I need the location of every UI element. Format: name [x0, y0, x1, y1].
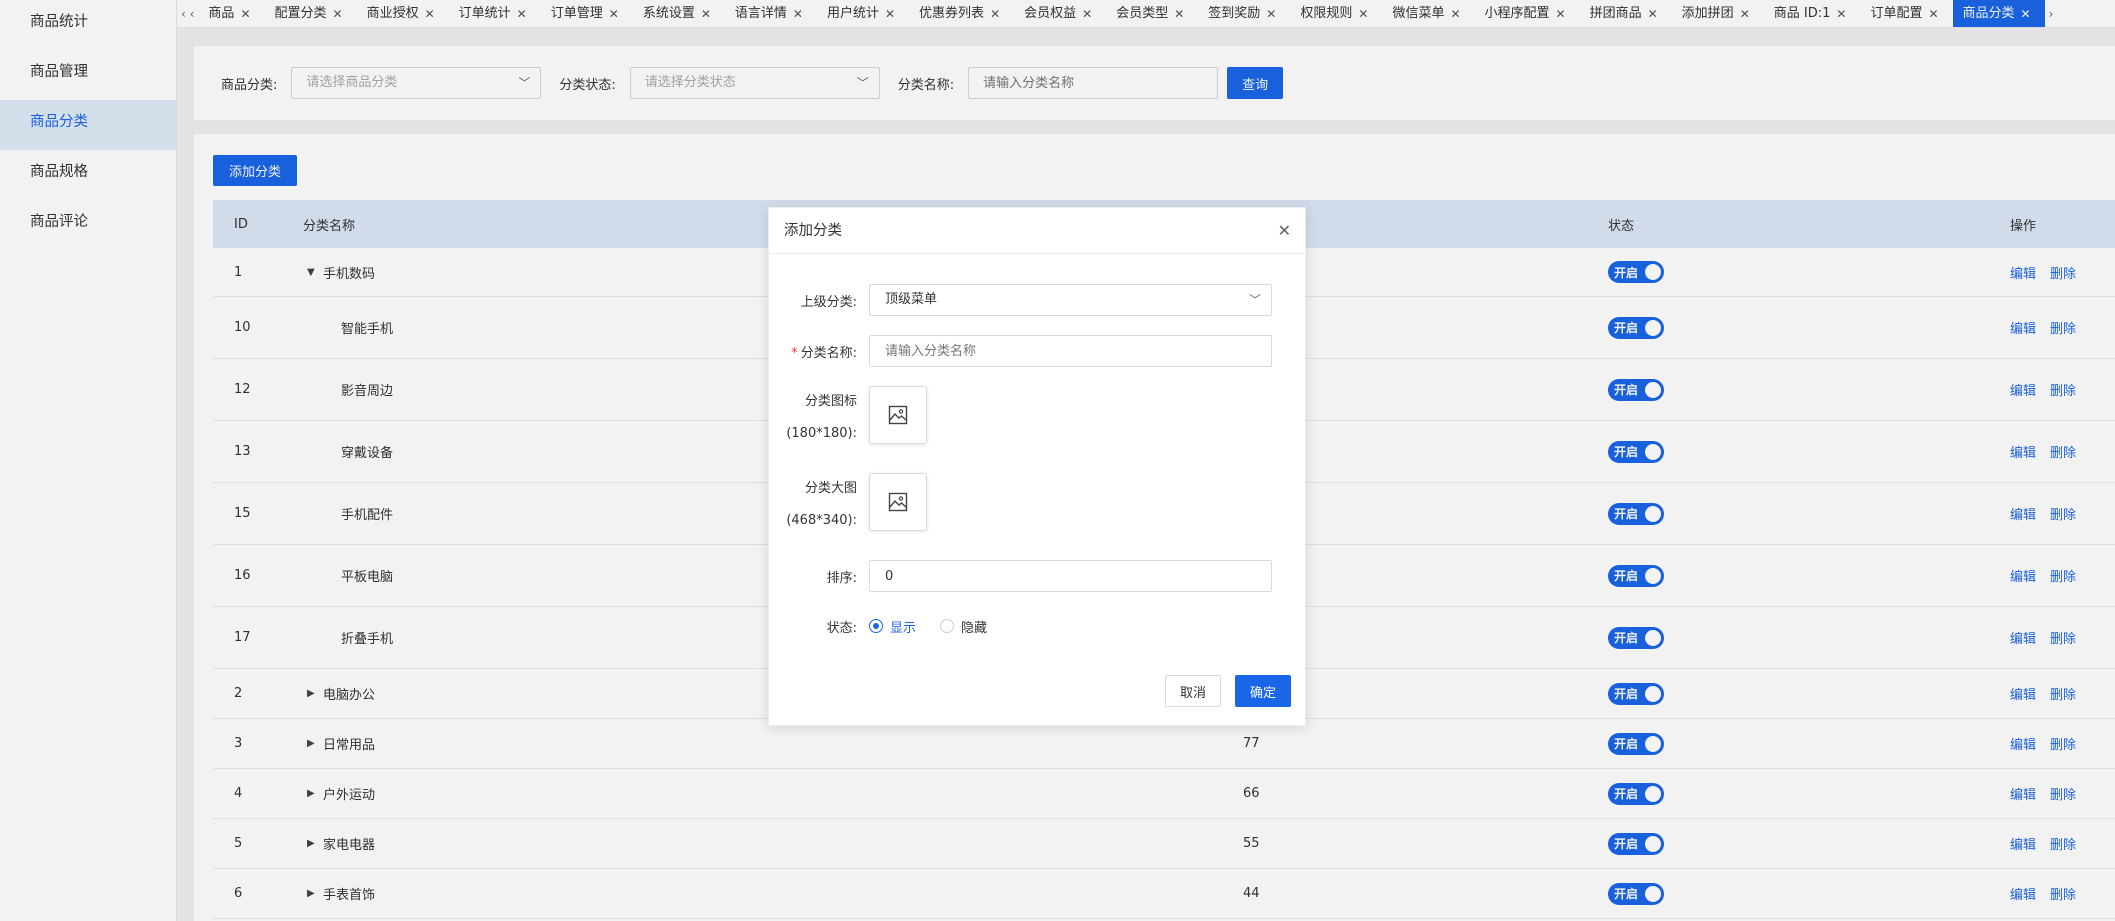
image-icon: [888, 405, 908, 425]
image-icon: [888, 492, 908, 512]
name-field-row: * 分类名称:: [769, 335, 1272, 367]
status-field-row: 状态: 显示 隐藏: [769, 610, 1011, 642]
image-label-line2: (468*340):: [786, 513, 857, 528]
image-label: 分类大图 (468*340):: [769, 473, 869, 537]
parent-select-value: 顶级菜单: [885, 292, 938, 307]
image-field-row: 分类大图 (468*340):: [769, 473, 927, 537]
category-name-input[interactable]: [869, 335, 1272, 367]
confirm-button[interactable]: 确定: [1234, 675, 1291, 707]
dialog-title: 添加分类: [784, 223, 842, 239]
radio-checked-icon: [869, 619, 883, 633]
status-label: 状态:: [826, 620, 857, 636]
status-show-radio[interactable]: 显示: [869, 617, 916, 636]
icon-label: 分类图标 (180*180):: [769, 386, 869, 450]
icon-label-line2: (180*180):: [786, 426, 857, 441]
required-mark: *: [791, 345, 798, 361]
image-upload-button[interactable]: [869, 473, 927, 531]
add-category-dialog: 添加分类 ✕ 上级分类: 顶级菜单 ﹀ *分类名称: 分类图标 (180*180…: [768, 207, 1306, 726]
status-hide-radio[interactable]: 隐藏: [940, 617, 987, 636]
status-hide-label: 隐藏: [961, 620, 988, 636]
parent-field-row: 上级分类: 顶级菜单 ﹀: [769, 284, 1272, 316]
sort-field-row: 排序:: [769, 560, 1272, 592]
sort-label: 排序:: [826, 570, 857, 586]
name-label-text: 分类名称:: [800, 345, 857, 361]
radio-unchecked-icon: [940, 619, 955, 633]
icon-upload-button[interactable]: [869, 386, 927, 444]
icon-field-row: 分类图标 (180*180):: [769, 386, 927, 450]
name-label: * 分类名称:: [769, 342, 869, 361]
parent-label: 上级分类:: [800, 294, 857, 310]
image-label-line1: 分类大图: [804, 481, 857, 496]
icon-label-line1: 分类图标: [804, 394, 857, 409]
parent-select[interactable]: 顶级菜单 ﹀: [869, 284, 1272, 316]
dialog-footer: 取消 确定: [1164, 675, 1291, 707]
cancel-button[interactable]: 取消: [1164, 675, 1221, 707]
dialog-header: 添加分类 ✕: [769, 208, 1305, 254]
sort-input[interactable]: [869, 560, 1272, 592]
close-icon[interactable]: ✕: [1278, 208, 1291, 254]
chevron-down-icon: ﹀: [1248, 293, 1261, 307]
status-show-label: 显示: [890, 620, 917, 636]
